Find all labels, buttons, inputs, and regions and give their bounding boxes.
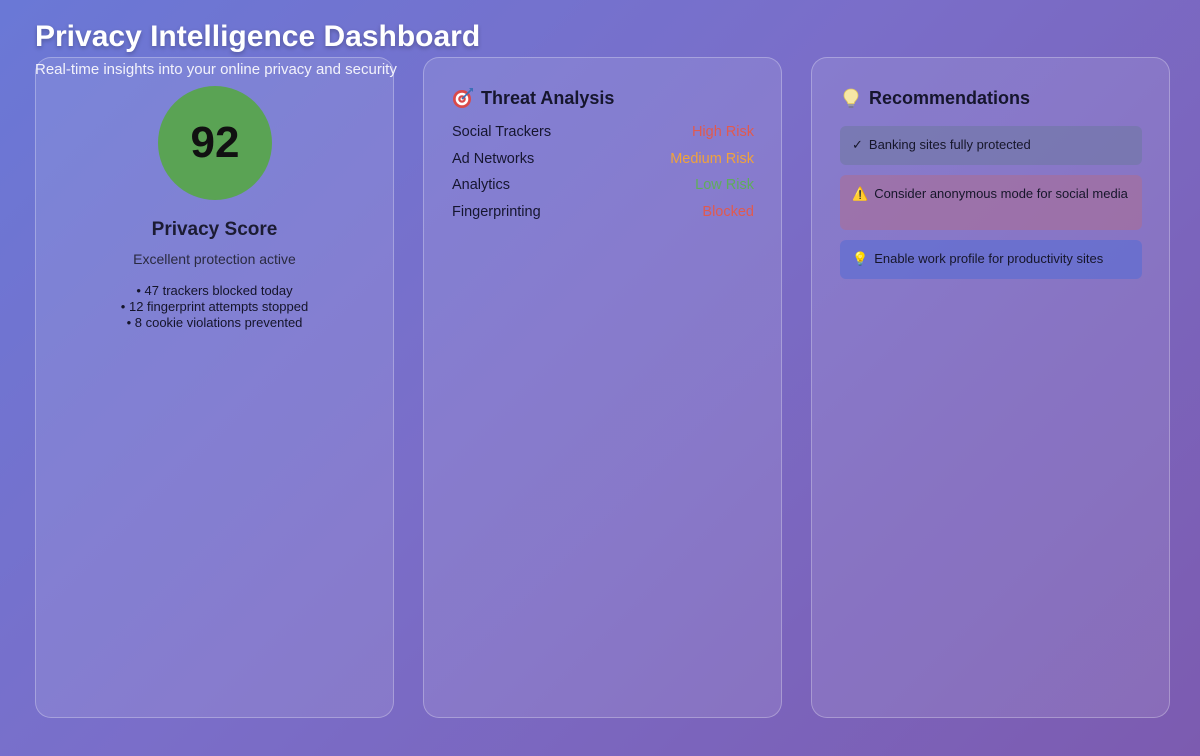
threat-row: Fingerprinting Blocked	[452, 204, 754, 231]
recommendation-item[interactable]: 💡 Enable work profile for productivity s…	[840, 240, 1142, 279]
recommendation-item[interactable]: ✓ Banking sites fully protected	[840, 126, 1142, 165]
stat-item: • 12 fingerprint attempts stopped	[120, 299, 309, 314]
recommendations-list: ✓ Banking sites fully protected ⚠️ Consi…	[840, 126, 1142, 289]
recommendations-panel: Recommendations ✓ Banking sites fully pr…	[811, 57, 1170, 718]
lightbulb-icon	[843, 88, 859, 108]
recommendations-heading: Recommendations	[840, 87, 1030, 109]
page-subtitle: Real-time insights into your online priv…	[35, 61, 397, 78]
lightbulb-icon: 💡	[852, 251, 869, 266]
recommendation-text: Consider anonymous mode for social media	[874, 186, 1128, 201]
warning-icon: ⚠️	[852, 186, 869, 201]
threat-level: Low Risk	[695, 177, 754, 193]
target-icon	[453, 88, 473, 108]
score-label: Privacy Score	[151, 219, 278, 240]
threat-name: Fingerprinting	[452, 203, 541, 220]
stat-item: • 47 trackers blocked today	[136, 283, 293, 298]
threat-row: Ad Networks Medium Risk	[452, 151, 754, 178]
threat-heading-label: Threat Analysis	[481, 87, 615, 108]
threat-list: Social Trackers High Risk Ad Networks Me…	[452, 124, 754, 230]
recommendation-text: Enable work profile for productivity sit…	[874, 251, 1104, 266]
recommendation-item[interactable]: ⚠️ Consider anonymous mode for social me…	[840, 175, 1142, 230]
threat-analysis-panel: Threat Analysis Social Trackers High Ris…	[423, 57, 782, 718]
threat-row: Social Trackers High Risk	[452, 124, 754, 151]
recommendation-text: Banking sites fully protected	[868, 137, 1031, 152]
page-title: Privacy Intelligence Dashboard	[35, 20, 481, 53]
recommendations-heading-label: Recommendations	[869, 87, 1031, 108]
privacy-score-panel: 92 Privacy Score Excellent protection ac…	[35, 57, 394, 718]
threat-name: Social Trackers	[452, 124, 552, 140]
threat-level: High Risk	[691, 124, 754, 140]
stats-list: • 47 trackers blocked today • 12 fingerp…	[36, 283, 393, 331]
page-header: Privacy Intelligence Dashboard Real-time…	[35, 18, 480, 84]
threat-name: Analytics	[452, 177, 511, 193]
checkmark-icon: ✓	[852, 137, 863, 152]
stat-item: • 8 cookie violations prevented	[126, 315, 303, 330]
threat-row: Analytics Low Risk	[452, 177, 754, 204]
score-status: Excellent protection active	[133, 251, 296, 267]
score-circle: 92	[158, 86, 272, 200]
threat-level: Blocked	[702, 203, 754, 220]
threat-level: Medium Risk	[670, 150, 754, 167]
threat-name: Ad Networks	[452, 150, 535, 167]
threat-heading: Threat Analysis	[452, 87, 614, 109]
